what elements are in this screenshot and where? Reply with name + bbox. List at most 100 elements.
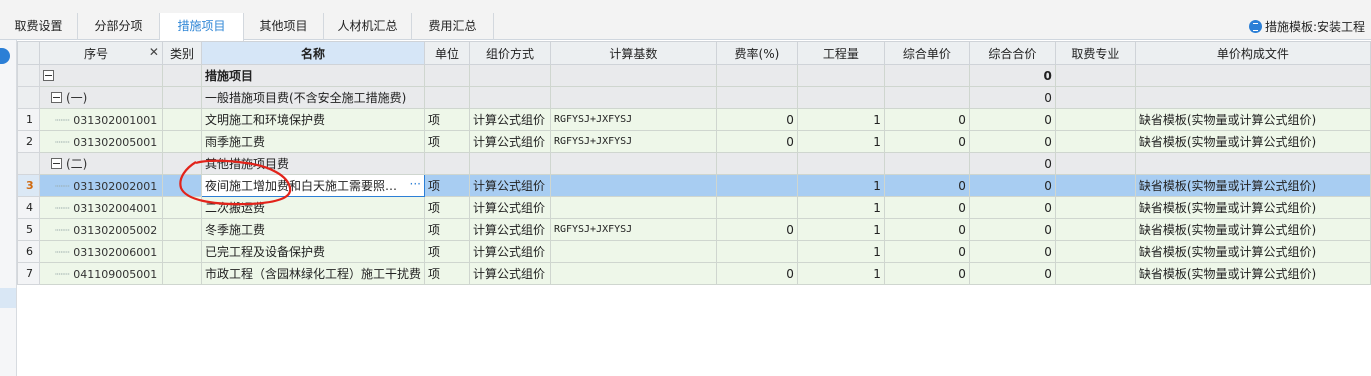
name-cell[interactable]: 一般措施项目费(不含安全施工措施费) [200, 86, 425, 109]
pricing-method-cell[interactable]: 计算公式组价 [468, 130, 551, 153]
rate-cell[interactable] [715, 174, 798, 197]
serial-cell[interactable]: ┈┈ 031302004001 [38, 196, 163, 219]
calc-base-cell[interactable] [549, 174, 717, 197]
header-pricing-method[interactable]: 组价方式 [468, 41, 551, 65]
header-type[interactable]: 类别 [161, 41, 202, 65]
quantity-cell[interactable]: 1 [796, 218, 885, 241]
unit-cell[interactable]: 项 [423, 218, 470, 241]
pricing-method-cell[interactable]: 计算公式组价 [468, 262, 551, 285]
row-number[interactable] [17, 86, 40, 109]
header-quantity[interactable]: 工程量 [796, 41, 885, 65]
quantity-cell[interactable]: 1 [796, 240, 885, 263]
price-file-cell[interactable] [1134, 64, 1371, 87]
price-file-cell[interactable]: 缺省模板(实物量或计算公式组价) [1134, 218, 1371, 241]
type-cell[interactable] [161, 174, 202, 197]
calc-base-cell[interactable] [549, 64, 717, 87]
tab-other-items[interactable]: 其他项目 [244, 13, 324, 40]
header-fee-specialty[interactable]: 取费专业 [1054, 41, 1136, 65]
pricing-method-cell[interactable] [468, 64, 551, 87]
calc-base-cell[interactable]: RGFYSJ+JXFYSJ [549, 218, 717, 241]
quantity-cell[interactable]: 1 [796, 262, 885, 285]
row-number[interactable]: 5 [17, 218, 40, 241]
collapse-icon[interactable] [42, 69, 54, 81]
serial-cell[interactable]: ┈┈ 031302006001 [38, 240, 163, 263]
close-icon[interactable]: ✕ [149, 45, 159, 59]
rate-cell[interactable]: 0 [715, 262, 798, 285]
type-cell[interactable] [161, 130, 202, 153]
row-number[interactable]: 3 [17, 174, 40, 197]
type-cell[interactable] [161, 108, 202, 131]
serial-cell[interactable]: (二) [38, 152, 163, 175]
unit-cell[interactable]: 项 [423, 108, 470, 131]
type-cell[interactable] [161, 218, 202, 241]
tab-sub-items[interactable]: 分部分项 [78, 13, 160, 40]
collapse-icon[interactable] [50, 158, 62, 169]
rate-cell[interactable] [715, 86, 798, 109]
fee-specialty-cell[interactable] [1054, 152, 1136, 175]
table-row[interactable]: 7 ┈┈ 041109005001 市政工程（含园林绿化工程）施工干扰费项计算公式组… [17, 262, 1371, 285]
calc-base-cell[interactable] [549, 240, 717, 263]
fee-specialty-cell[interactable] [1054, 240, 1136, 263]
row-number[interactable]: 4 [17, 196, 40, 219]
price-file-cell[interactable] [1134, 86, 1371, 109]
pricing-method-cell[interactable] [468, 86, 551, 109]
row-number[interactable]: 7 [17, 262, 40, 285]
calc-base-cell[interactable] [549, 152, 717, 175]
more-icon[interactable]: ··· [410, 177, 421, 191]
row-number[interactable] [17, 152, 40, 175]
serial-cell[interactable]: ┈┈ 031302005002 [38, 218, 163, 241]
table-row[interactable]: 6 ┈┈ 031302006001 已完工程及设备保护费项计算公式组价 1 0 0 缺省模板… [17, 240, 1371, 263]
row-number[interactable]: 2 [17, 130, 40, 153]
header-rate[interactable]: 费率(%) [715, 41, 798, 65]
type-cell[interactable] [161, 196, 202, 219]
tab-fee-summary[interactable]: 费用汇总 [412, 13, 494, 40]
unit-cell[interactable]: 项 [423, 174, 470, 197]
unit-cell[interactable]: 项 [423, 196, 470, 219]
name-cell[interactable]: 二次搬运费 [200, 196, 425, 219]
unit-cell[interactable]: 项 [423, 130, 470, 153]
name-cell[interactable]: 市政工程（含园林绿化工程）施工干扰费 [200, 262, 425, 285]
row-number[interactable]: 1 [17, 108, 40, 131]
fee-specialty-cell[interactable] [1054, 108, 1136, 131]
pricing-method-cell[interactable]: 计算公式组价 [468, 196, 551, 219]
price-file-cell[interactable]: 缺省模板(实物量或计算公式组价) [1134, 108, 1371, 131]
serial-cell[interactable]: (一) [38, 86, 163, 109]
group-row-root[interactable]: 措施项目 0 [17, 64, 1371, 87]
header-name[interactable]: 名称 [200, 41, 425, 65]
calc-base-cell[interactable] [549, 262, 717, 285]
collapse-icon[interactable] [50, 92, 62, 103]
name-cell-editing[interactable]: 夜间施工增加费和白天施工需要照… ··· [200, 174, 425, 197]
quantity-cell[interactable]: 1 [796, 196, 885, 219]
row-number[interactable]: 6 [17, 240, 40, 263]
fee-specialty-cell[interactable] [1054, 130, 1136, 153]
unit-cell[interactable] [423, 152, 470, 175]
rate-cell[interactable]: 0 [715, 218, 798, 241]
type-cell[interactable] [161, 262, 202, 285]
pricing-method-cell[interactable]: 计算公式组价 [468, 240, 551, 263]
rate-cell[interactable] [715, 196, 798, 219]
pricing-method-cell[interactable]: 计算公式组价 [468, 108, 551, 131]
type-cell[interactable] [161, 86, 202, 109]
rate-cell[interactable] [715, 240, 798, 263]
quantity-cell[interactable]: 1 [796, 108, 885, 131]
name-cell[interactable]: 冬季施工费 [200, 218, 425, 241]
type-cell[interactable] [161, 152, 202, 175]
header-total[interactable]: 综合合价 [968, 41, 1056, 65]
serial-cell[interactable]: ┈┈ 031302001001 [38, 108, 163, 131]
serial-cell[interactable]: ┈┈ 041109005001 [38, 262, 163, 285]
unit-cell[interactable]: 项 [423, 262, 470, 285]
type-cell[interactable] [161, 64, 202, 87]
table-row[interactable]: 3 ┈┈ 031302002001 夜间施工增加费和白天施工需要照… ··· 项计算公式… [17, 174, 1371, 197]
calc-base-cell[interactable]: RGFYSJ+JXFYSJ [549, 130, 717, 153]
table-row[interactable]: 2 ┈┈ 031302005001 雨季施工费项计算公式组价 RGFYSJ+JXFYS… [17, 130, 1371, 153]
header-unit[interactable]: 单位 [423, 41, 470, 65]
group-row[interactable]: (一) 一般措施项目费(不含安全施工措施费) 0 [17, 86, 1371, 109]
name-cell[interactable]: 雨季施工费 [200, 130, 425, 153]
fee-specialty-cell[interactable] [1054, 86, 1136, 109]
pricing-method-cell[interactable]: 计算公式组价 [468, 174, 551, 197]
quantity-cell[interactable] [796, 86, 885, 109]
name-cell[interactable]: 文明施工和环境保护费 [200, 108, 425, 131]
pricing-method-cell[interactable]: 计算公式组价 [468, 218, 551, 241]
tab-fee-settings[interactable]: 取费设置 [0, 13, 78, 40]
serial-cell[interactable]: ┈┈ 031302005001 [38, 130, 163, 153]
